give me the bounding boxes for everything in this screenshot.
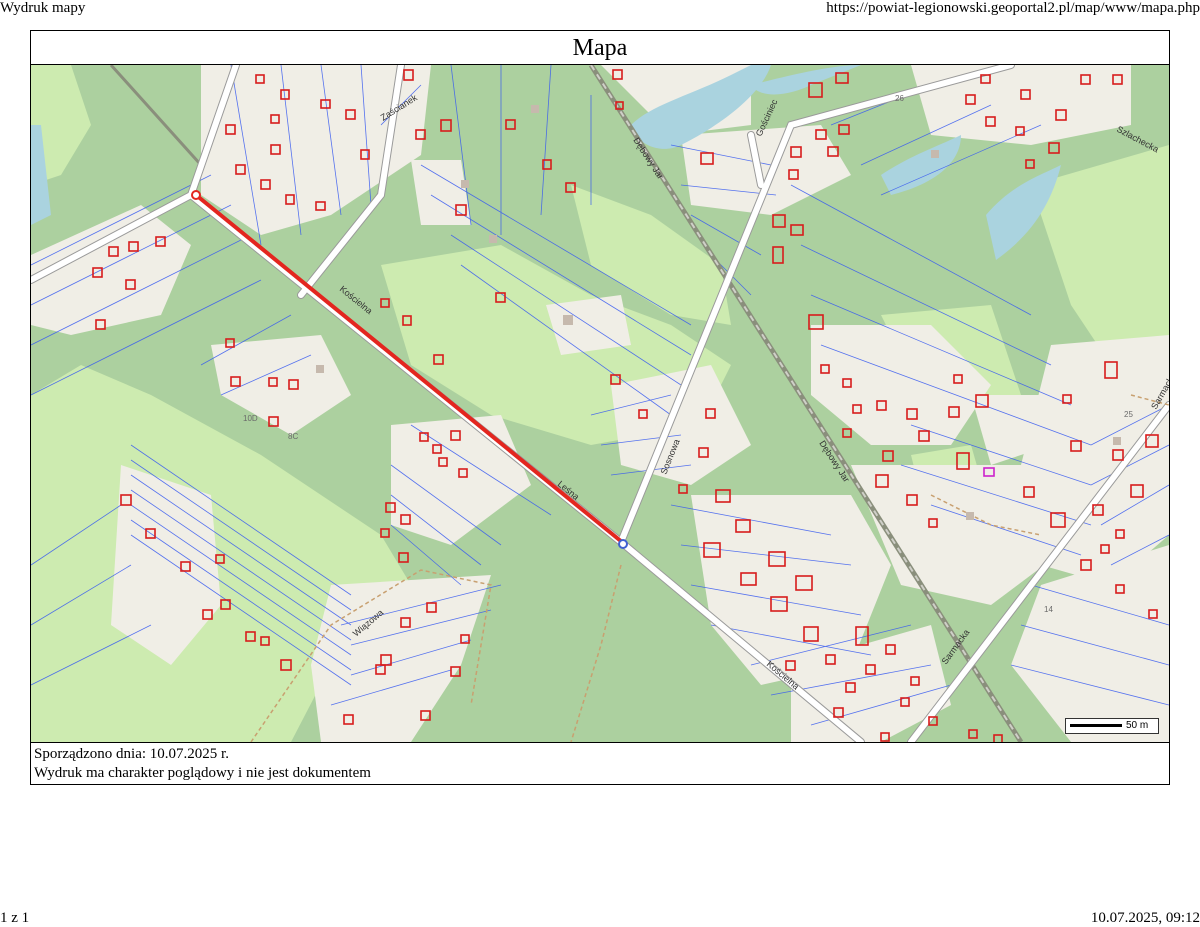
house-number: 25 bbox=[1124, 410, 1133, 419]
print-title: Wydruk mapy bbox=[0, 0, 86, 16]
created-date: Sporządzono dnia: 10.07.2025 r. bbox=[34, 746, 229, 762]
scale-bar: 50 m bbox=[1065, 718, 1159, 734]
house-number: 26 bbox=[895, 94, 904, 103]
print-timestamp: 10.07.2025, 09:12 bbox=[1090, 910, 1200, 926]
disclaimer: Wydruk ma charakter poglądowy i nie jest… bbox=[34, 765, 371, 781]
map-title: Mapa bbox=[31, 31, 1169, 65]
scale-bar-label: 50 m bbox=[1126, 720, 1149, 731]
page-number: 1 z 1 bbox=[0, 910, 30, 926]
map-footer: Sporządzono dnia: 10.07.2025 r. Wydruk m… bbox=[31, 742, 1169, 784]
map-canvas[interactable]: Kościelna Leśna Kościelna Sosnowa Dębowy… bbox=[31, 65, 1169, 742]
house-number: 14 bbox=[1044, 605, 1053, 614]
map-frame: Mapa Kościelna Leśna Kościelna Sosnowa D… bbox=[30, 30, 1170, 785]
scale-bar-line bbox=[1070, 724, 1122, 727]
page-url: https://powiat-legionowski.geoportal2.pl… bbox=[826, 0, 1200, 16]
house-number: 8C bbox=[288, 432, 298, 441]
house-number: 10D bbox=[243, 414, 258, 423]
